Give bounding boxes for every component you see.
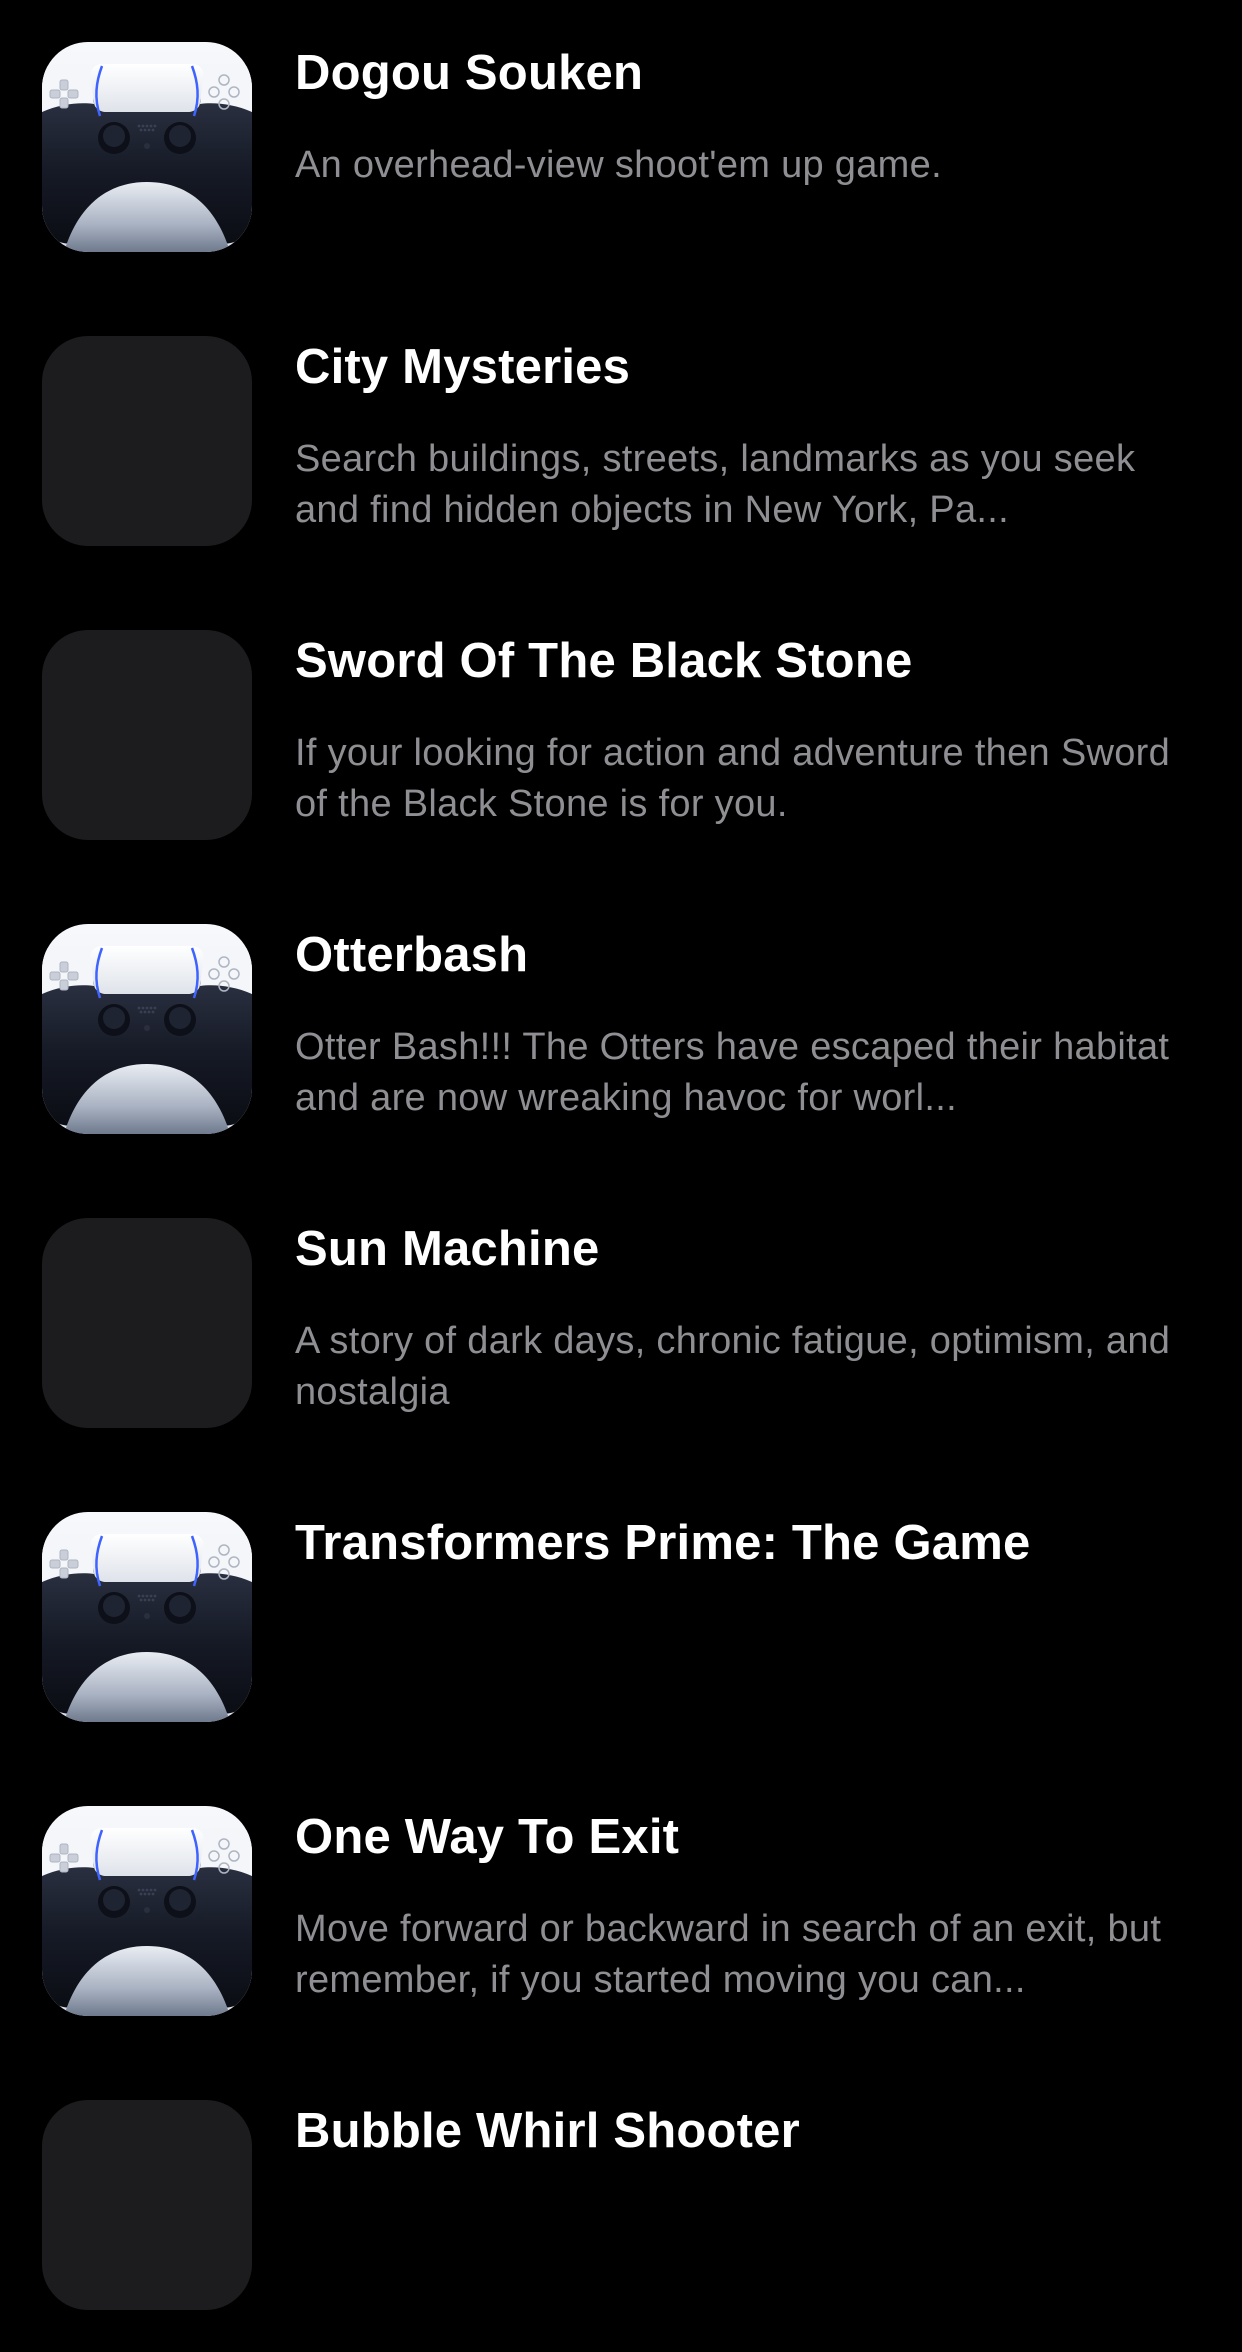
game-description: Move forward or backward in search of an…: [295, 1908, 1162, 2001]
game-list-item[interactable]: Sun Machine A story of dark days, chronic…: [0, 1176, 1242, 1470]
game-list-item[interactable]: Dogou Souken An overhead-view shoot'em up…: [0, 0, 1242, 294]
game-title: Transformers Prime: The Game: [295, 1516, 1031, 1570]
game-list-item[interactable]: Sword Of The Black Stone If your looking …: [0, 588, 1242, 882]
game-list-item[interactable]: Bubble Whirl Shooter: [0, 2058, 1242, 2352]
placeholder-icon: [42, 336, 252, 546]
game-title: Sun Machine: [295, 1222, 600, 1276]
game-description: If your looking for action and adventure…: [295, 732, 1171, 825]
game-description: Search buildings, streets, landmarks as …: [295, 438, 1136, 531]
game-list-item[interactable]: One Way To Exit Move forward or backward …: [0, 1764, 1242, 2058]
game-list-item[interactable]: Transformers Prime: The Game: [0, 1470, 1242, 1764]
game-title: City Mysteries: [295, 340, 631, 394]
game-list-item[interactable]: City Mysteries Search buildings, streets,…: [0, 294, 1242, 588]
game-description: Otter Bash!!! The Otters have escaped th…: [295, 1026, 1170, 1119]
game-title: One Way To Exit: [295, 1810, 680, 1864]
placeholder-icon: [42, 630, 252, 840]
game-title: Sword Of The Black Stone: [295, 634, 913, 688]
gamepad-icon: [42, 1806, 252, 2016]
game-title: Otterbash: [295, 928, 529, 982]
game-title: Dogou Souken: [295, 46, 644, 100]
game-description: A story of dark days, chronic fatigue, o…: [295, 1320, 1171, 1413]
gamepad-icon: [42, 924, 252, 1134]
game-list-item[interactable]: Otterbash Otter Bash!!! The Otters have e…: [0, 882, 1242, 1176]
gamepad-icon: [42, 1512, 252, 1722]
gamepad-icon: [42, 42, 252, 252]
game-title: Bubble Whirl Shooter: [295, 2104, 800, 2158]
game-description: An overhead-view shoot'em up game.: [295, 144, 942, 186]
placeholder-icon: [42, 1218, 252, 1428]
placeholder-icon: [42, 2100, 252, 2310]
